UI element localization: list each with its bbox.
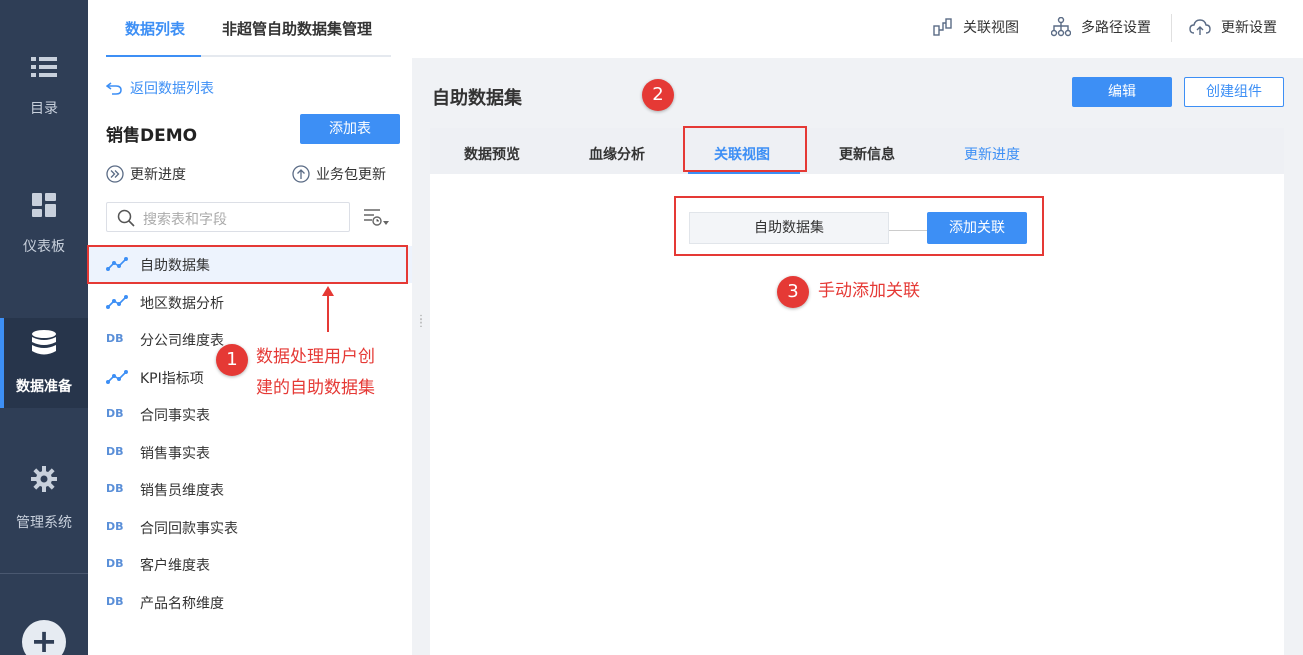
annotation-text-1a: 数据处理用户创 (256, 347, 375, 367)
tab-data-list[interactable]: 数据列表 (125, 18, 185, 39)
table-item-label: 销售事实表 (140, 445, 210, 462)
table-item-label: KPI指标项 (140, 370, 204, 387)
annotation-box-table (87, 245, 408, 284)
db-table-icon: DB (106, 444, 124, 458)
top-bar: 数据列表 非超管自助数据集管理 关联视图 多路径设置 更新设置 (88, 0, 1303, 58)
table-item-label: 销售员维度表 (140, 483, 224, 499)
tab-self-service-mgmt[interactable]: 非超管自助数据集管理 (222, 18, 372, 39)
create-component-button[interactable]: 创建组件 (1184, 77, 1284, 107)
search-placeholder: 搜索表和字段 (143, 212, 227, 228)
upload-circle-icon (292, 165, 310, 183)
annotation-marker-3: 3 (777, 276, 809, 308)
edit-button[interactable]: 编辑 (1072, 77, 1172, 107)
splitter-handle-icon[interactable]: ⋮ ⋮ (416, 315, 426, 329)
top-tab-underline (106, 55, 391, 57)
multipath-label: 多路径设置 (1081, 20, 1151, 36)
update-progress-label: 更新进度 (130, 167, 186, 183)
table-list-item[interactable]: DB 销售员维度表 (88, 471, 412, 508)
table-item-label: 产品名称维度 (140, 595, 224, 612)
nav-item-admin[interactable]: 管理系统 (0, 454, 88, 544)
left-nav: 目录 仪表板 数据准备 管理系统 + (0, 0, 88, 655)
back-arrow-icon (106, 82, 122, 95)
nav-label-admin: 管理系统 (16, 515, 72, 531)
annotation-arrow-icon (322, 286, 334, 332)
back-link-label: 返回数据列表 (130, 81, 214, 97)
nav-label-catalog: 目录 (30, 101, 58, 117)
search-icon (117, 209, 135, 227)
self-service-dataset-icon (106, 369, 128, 384)
db-table-icon: DB (106, 407, 124, 420)
annotation-marker-2: 2 (642, 79, 674, 111)
database-icon (32, 330, 56, 355)
table-list-item[interactable]: DB 合同回款事实表 (88, 509, 412, 546)
annotation-box-relation (674, 196, 1044, 256)
multipath-button[interactable]: 多路径设置 (1051, 17, 1151, 37)
table-item-label: 分公司维度表 (140, 333, 224, 349)
table-item-label: 合同回款事实表 (140, 520, 238, 537)
db-table-icon: DB (106, 594, 124, 608)
annotation-text-1b: 建的自助数据集 (256, 378, 375, 398)
page-title: 自助数据集 (432, 88, 522, 109)
fast-forward-circle-icon (106, 165, 124, 183)
relation-view-icon (933, 18, 952, 36)
nav-item-catalog[interactable]: 目录 (0, 40, 88, 130)
main-content: 自助数据集 编辑 创建组件 数据预览 血缘分析 关联视图 更新信息 更新进度 自… (430, 58, 1303, 655)
add-table-button[interactable]: 添加表 (300, 114, 400, 144)
update-settings-label: 更新设置 (1221, 20, 1277, 36)
dashboard-icon (32, 193, 56, 217)
search-input[interactable]: 搜索表和字段 (106, 202, 350, 232)
update-progress-button[interactable]: 更新进度 (106, 164, 186, 184)
annotation-text-3: 手动添加关联 (818, 281, 920, 301)
nav-item-data-prep[interactable]: 数据准备 (0, 318, 88, 408)
relation-view-button[interactable]: 关联视图 (933, 17, 1019, 37)
update-settings-button[interactable]: 更新设置 (1189, 17, 1277, 37)
filter-sort-icon[interactable] (363, 208, 389, 228)
table-item-label: 地区数据分析 (140, 295, 224, 312)
tab-update-progress[interactable]: 更新进度 (964, 144, 1020, 164)
cloud-update-icon (1189, 19, 1211, 35)
db-table-icon: DB (106, 557, 124, 570)
nav-item-dashboard[interactable]: 仪表板 (0, 178, 88, 268)
db-table-icon: DB (106, 519, 124, 533)
annotation-marker-1: 1 (216, 344, 248, 376)
package-update-label: 业务包更新 (316, 167, 386, 183)
table-item-label: 客户维度表 (140, 558, 210, 574)
nav-label-dashboard: 仪表板 (23, 239, 65, 255)
tab-lineage[interactable]: 血缘分析 (589, 144, 645, 164)
tab-data-preview[interactable]: 数据预览 (464, 144, 520, 164)
table-list-item[interactable]: 地区数据分析 (88, 284, 412, 321)
add-button[interactable]: + (22, 620, 66, 655)
table-list-item[interactable]: DB 客户维度表 (88, 546, 412, 583)
top-separator (1171, 14, 1172, 42)
self-service-dataset-icon (106, 294, 128, 309)
db-table-icon: DB (106, 482, 124, 495)
back-to-data-list-link[interactable]: 返回数据列表 (106, 78, 214, 98)
annotation-box-tab (683, 126, 807, 172)
multipath-icon (1051, 17, 1071, 37)
table-list-item[interactable]: DB 产品名称维度 (88, 584, 412, 621)
relation-view-label: 关联视图 (963, 20, 1019, 36)
panel-splitter[interactable] (412, 58, 430, 655)
detail-tabs: 数据预览 血缘分析 关联视图 更新信息 更新进度 (430, 128, 1284, 174)
tab-update-info[interactable]: 更新信息 (839, 144, 895, 164)
nav-divider (0, 573, 88, 574)
gear-icon (31, 466, 57, 492)
package-title: 销售DEMO (106, 126, 198, 146)
table-list-item[interactable]: DB 销售事实表 (88, 434, 412, 471)
db-table-icon: DB (106, 332, 124, 345)
package-update-button[interactable]: 业务包更新 (292, 164, 386, 184)
table-item-label: 合同事实表 (140, 408, 210, 424)
list-icon (31, 57, 57, 77)
nav-label-data-prep: 数据准备 (16, 379, 72, 395)
